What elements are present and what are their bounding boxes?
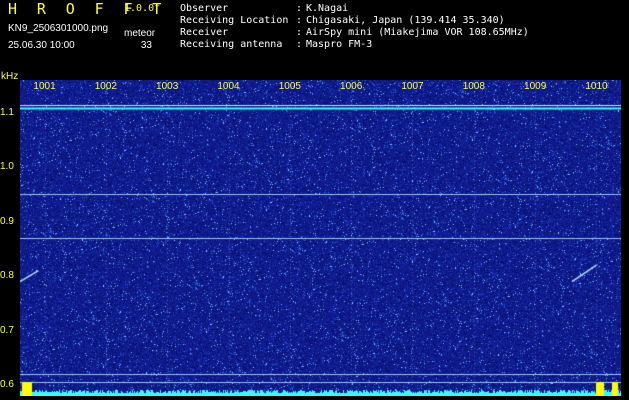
x-tick-1001: 1001	[33, 81, 56, 92]
meteor-label: meteor	[124, 28, 156, 39]
x-tick-1004: 1004	[217, 81, 240, 92]
observer-colon: :	[296, 3, 303, 14]
observer-value: K.Nagai	[306, 3, 349, 14]
x-tick-1005: 1005	[278, 81, 301, 92]
y-tick-0-6: 0.6	[0, 379, 14, 391]
observer-label: Observer	[180, 3, 229, 14]
y-tick-0-7: 0.7	[0, 324, 14, 336]
location-value: Chigasaki, Japan (139.414 35.340)	[306, 15, 505, 26]
spectrogram-canvas	[20, 80, 621, 396]
x-tick-1002: 1002	[94, 81, 117, 92]
y-tick-0-8: 0.8	[0, 270, 14, 282]
x-tick-1003: 1003	[156, 81, 179, 92]
location-label: Receiving Location	[180, 15, 289, 26]
spectrogram-plot	[20, 80, 621, 396]
receiver-colon: :	[296, 27, 303, 38]
x-tick-1007: 1007	[401, 81, 424, 92]
receiver-value: AirSpy mini (Miakejima VOR 108.65MHz)	[306, 27, 529, 38]
filename-label: KN9_2506301000.png	[8, 23, 109, 34]
antenna-colon: :	[296, 39, 303, 50]
y-tick-1-0: 1.0	[0, 161, 14, 173]
y-tick-1-1: 1.1	[0, 106, 14, 118]
x-tick-1008: 1008	[462, 81, 485, 92]
y-axis-unit: kHz	[1, 71, 19, 82]
meteor-count: 33	[140, 40, 152, 51]
x-tick-1009: 1009	[524, 81, 547, 92]
antenna-label: Receiving antenna	[180, 39, 283, 50]
receiver-label: Receiver	[180, 27, 229, 38]
x-tick-1006: 1006	[340, 81, 363, 92]
antenna-value: Maspro FM-3	[306, 39, 373, 50]
location-colon: :	[296, 15, 303, 26]
x-tick-1010: 1010	[585, 81, 608, 92]
y-tick-0-9: 0.9	[0, 215, 14, 227]
version-label: 1.0.0f	[124, 3, 161, 14]
datetime-label: 25.06.30 10:00	[8, 40, 75, 51]
x-axis-ticks: 1001 1002 1003 1004 1005 1006 1007 1008 1009 1010	[20, 80, 621, 94]
